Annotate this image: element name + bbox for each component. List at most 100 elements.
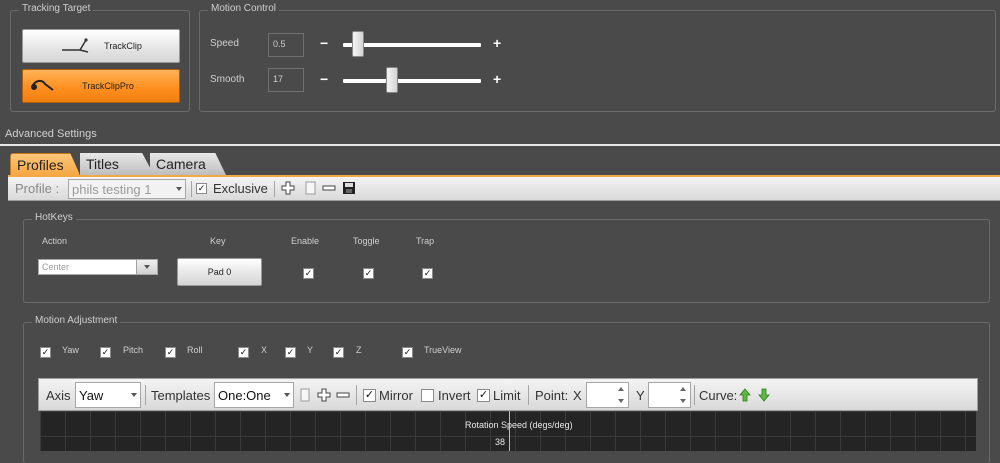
tab-profiles-label: Profiles [17, 156, 64, 173]
hotkey-action-select[interactable]: Center [38, 259, 158, 275]
point-y-spinner[interactable] [648, 382, 691, 408]
axis-select-value: Yaw [79, 388, 104, 403]
hotkey-toggle-checkbox[interactable]: ✓ [363, 268, 374, 279]
trackclippro-icon [29, 76, 55, 94]
motion-control-title: Motion Control [208, 3, 280, 14]
smooth-slider-thumb[interactable] [386, 67, 398, 93]
mirror-checkbox[interactable]: ✓ [363, 389, 376, 402]
tracking-target-title: Tracking Target [19, 3, 94, 14]
hotkey-trap-checkbox[interactable]: ✓ [422, 268, 433, 279]
graph-y-axis [509, 411, 510, 451]
axis-trueview-checkbox[interactable]: ✓ [402, 347, 413, 358]
spinner-up-icon[interactable] [680, 387, 686, 391]
templates-select-value: One:One [218, 388, 271, 403]
spinner-up-icon[interactable] [618, 387, 624, 391]
spinner-down-icon[interactable] [618, 399, 624, 403]
add-profile-icon[interactable] [281, 181, 295, 195]
speed-label: Speed [210, 38, 239, 49]
chevron-down-icon [176, 187, 182, 191]
remove-point-icon[interactable] [336, 388, 350, 402]
axis-z-checkbox[interactable]: ✓ [333, 347, 344, 358]
graph-tick-label: 38 [495, 437, 506, 447]
axis-z-label: Z [356, 345, 362, 355]
point-x-label: X [573, 388, 582, 403]
exclusive-checkbox[interactable]: ✓ [196, 183, 207, 194]
hotkey-action-value: Center [42, 262, 70, 272]
limit-label: Limit [493, 388, 521, 403]
smooth-value-field[interactable]: 17 [268, 68, 304, 92]
tab-camera[interactable]: Camera [150, 153, 226, 175]
profile-label: Profile : [15, 181, 60, 196]
profile-select-value: phils testing 1 [72, 182, 152, 197]
hotkey-key-button[interactable]: Pad 0 [177, 258, 262, 286]
point-y-label: Y [636, 388, 645, 403]
hotkey-action-dropdown-button[interactable] [136, 260, 157, 274]
hotkeys-title: HotKeys [32, 212, 76, 223]
axis-select[interactable]: Yaw [75, 382, 141, 408]
speed-plus-button[interactable]: + [493, 35, 501, 51]
axis-y-checkbox[interactable]: ✓ [285, 347, 296, 358]
trackclip-icon [60, 36, 100, 56]
hotkeys-col-enable: Enable [291, 236, 320, 246]
hotkeys-col-toggle: Toggle [353, 236, 380, 246]
hotkeys-col-trap: Trap [416, 236, 435, 246]
smooth-minus-button[interactable]: − [320, 71, 328, 87]
spinner-down-icon[interactable] [680, 399, 686, 403]
hotkeys-col-key: Key [210, 236, 226, 246]
copy-curve-icon[interactable] [299, 388, 311, 402]
axis-pitch-checkbox[interactable]: ✓ [100, 347, 111, 358]
curve-down-arrow-icon[interactable] [758, 388, 770, 402]
trackclip-button[interactable]: TrackClip [22, 29, 180, 63]
hotkeys-col-action: Action [42, 236, 68, 246]
curve-up-arrow-icon[interactable] [739, 388, 751, 402]
tab-profiles[interactable]: Profiles [10, 153, 80, 175]
remove-profile-icon[interactable] [322, 181, 336, 195]
copy-profile-icon[interactable] [304, 181, 317, 195]
curve-label: Curve: [699, 388, 738, 403]
templates-label: Templates [151, 388, 211, 403]
trackclippro-button[interactable]: TrackClipPro [22, 69, 180, 103]
exclusive-label: Exclusive [213, 181, 268, 196]
advanced-settings-title: Advanced Settings [5, 128, 97, 140]
motion-adjustment-title: Motion Adjustment [32, 315, 121, 326]
chevron-down-icon [144, 265, 150, 269]
hotkeys-group: HotKeys [23, 212, 990, 303]
tab-titles[interactable]: Titles [80, 153, 154, 175]
curve-toolbar-separator [528, 385, 529, 405]
mirror-label: Mirror [379, 388, 413, 403]
speed-slider-thumb[interactable] [352, 31, 364, 57]
speed-minus-button[interactable]: − [320, 35, 328, 51]
axis-roll-label: Roll [187, 345, 203, 355]
point-label: Point: [535, 388, 569, 403]
smooth-label: Smooth [210, 74, 245, 85]
motion-control-group: Motion Control [199, 3, 996, 112]
save-profile-icon[interactable] [342, 181, 356, 195]
speed-value-field[interactable]: 0.5 [268, 33, 304, 57]
axis-label: Axis [46, 388, 71, 403]
axis-roll-checkbox[interactable]: ✓ [165, 347, 176, 358]
axis-yaw-checkbox[interactable]: ✓ [40, 347, 51, 358]
smooth-slider-track[interactable] [343, 79, 481, 83]
hotkey-enable-checkbox[interactable]: ✓ [303, 268, 314, 279]
curve-toolbar-separator [356, 385, 357, 405]
invert-checkbox[interactable] [421, 389, 434, 402]
templates-select[interactable]: One:One [214, 382, 294, 408]
chevron-down-icon [284, 393, 290, 397]
curve-toolbar-separator [694, 385, 695, 405]
axis-x-checkbox[interactable]: ✓ [238, 347, 249, 358]
smooth-plus-button[interactable]: + [493, 71, 501, 87]
axis-y-label: Y [307, 345, 314, 355]
profile-toolbar-separator [274, 181, 275, 197]
point-x-spinner[interactable] [586, 382, 629, 408]
axis-x-label: X [261, 345, 268, 355]
advanced-settings-divider [0, 144, 1000, 146]
profile-select[interactable]: phils testing 1 [68, 179, 186, 199]
axis-yaw-label: Yaw [62, 345, 79, 355]
tab-camera-label: Camera [156, 156, 206, 172]
invert-label: Invert [438, 388, 471, 403]
trackclippro-label: TrackClipPro [82, 81, 134, 91]
curve-graph[interactable]: Rotation Speed (degs/deg) 38 [40, 411, 976, 451]
axis-trueview-label: TrueView [424, 345, 462, 355]
add-point-icon[interactable] [317, 388, 331, 402]
limit-checkbox[interactable]: ✓ [477, 389, 490, 402]
